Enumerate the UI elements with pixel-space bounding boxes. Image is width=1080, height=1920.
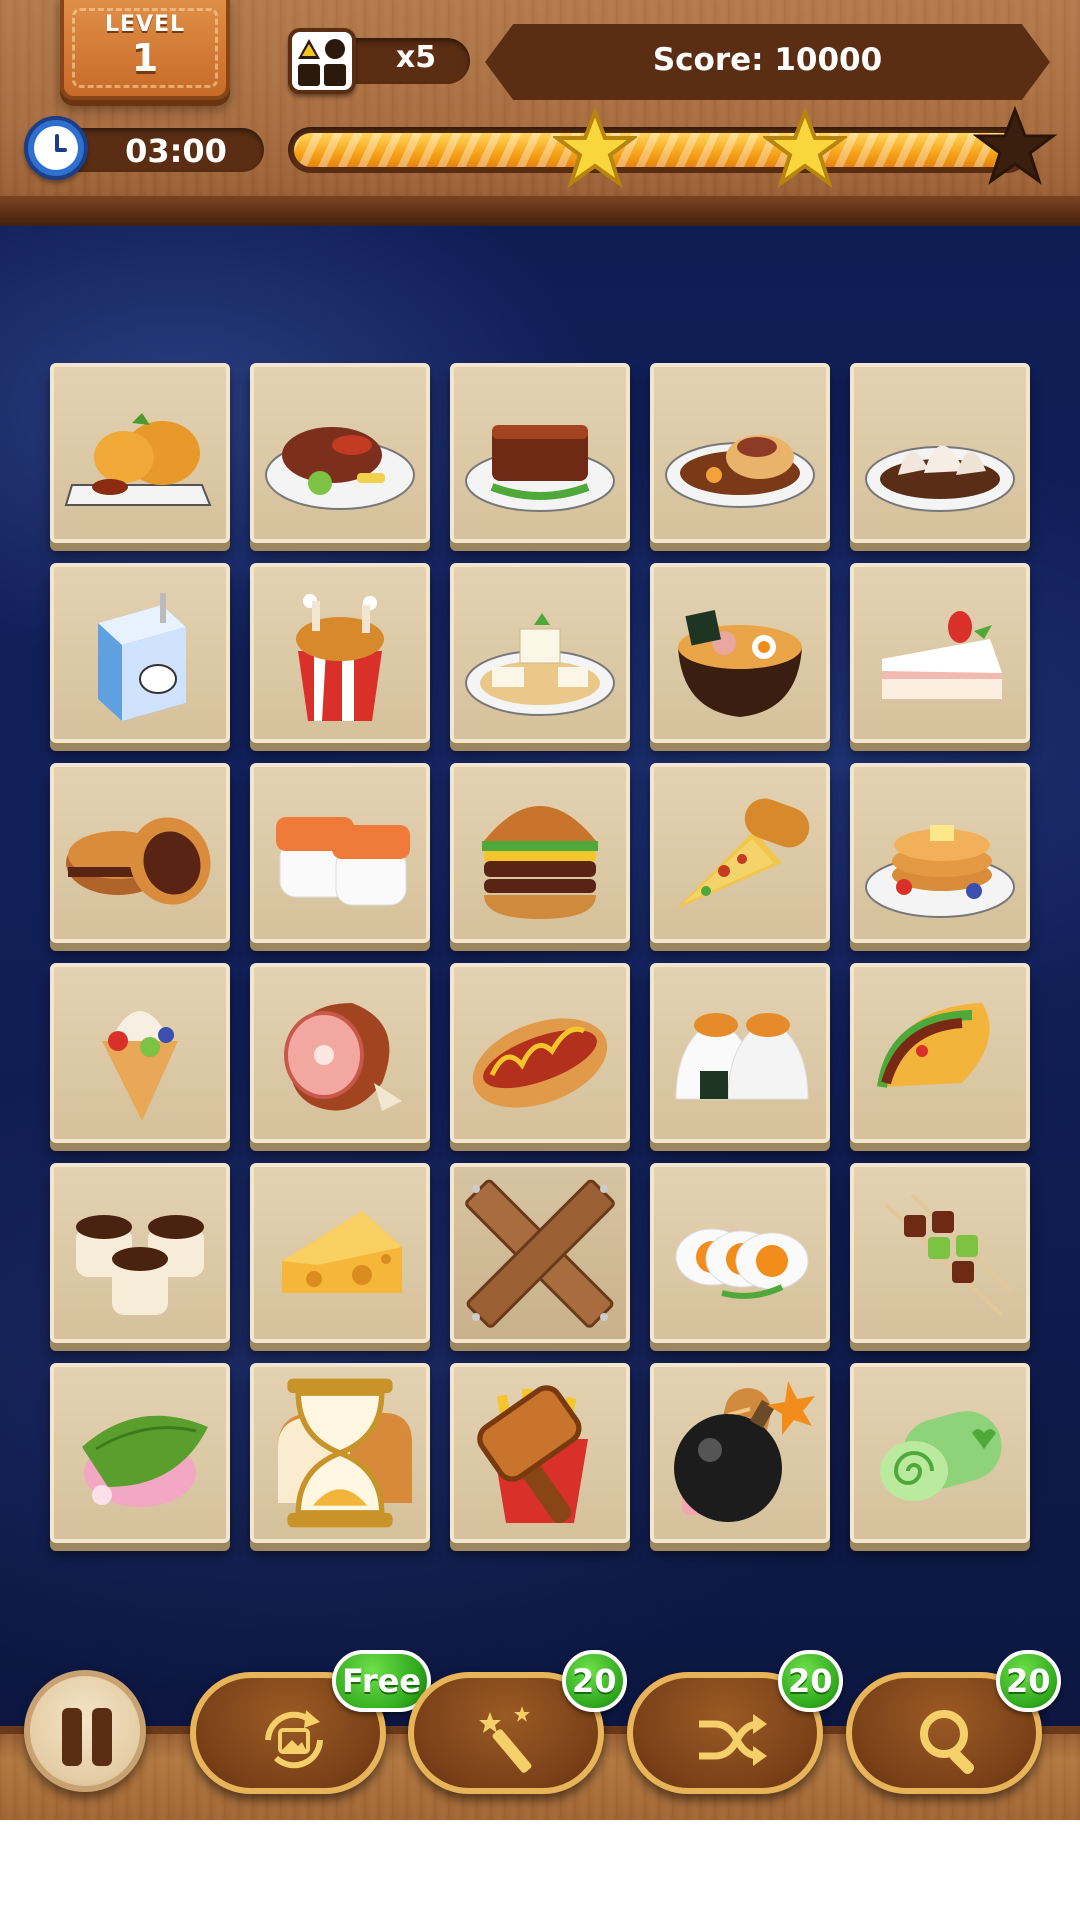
tile-cheese[interactable] xyxy=(250,1163,430,1343)
shuffle-icon xyxy=(699,1714,767,1766)
braised-pork-belly-icon xyxy=(465,425,615,512)
milk-carton-icon xyxy=(98,593,186,721)
tile-bread-loaf[interactable] xyxy=(250,1363,430,1543)
tile-baguette[interactable] xyxy=(650,1363,830,1543)
boiled-eggs-icon xyxy=(675,1228,809,1299)
tile-braised-pork-belly[interactable] xyxy=(450,363,630,543)
skewers-icon xyxy=(884,1193,1014,1317)
pause-icon-bar xyxy=(92,1708,112,1766)
roast-fish-icon xyxy=(665,435,815,508)
tile-onigiri[interactable] xyxy=(650,963,830,1143)
clock-icon xyxy=(24,116,88,180)
hourglass-icon xyxy=(287,1378,393,1528)
tile-french-fries[interactable] xyxy=(450,1363,630,1543)
tile-ramen[interactable] xyxy=(650,563,830,743)
tile-pizza-slice[interactable] xyxy=(650,763,830,943)
tile-steak[interactable] xyxy=(250,363,430,543)
tile-milk-carton[interactable] xyxy=(50,563,230,743)
ham-icon xyxy=(284,1003,402,1111)
bomb-icon xyxy=(674,1381,815,1522)
shuffle-badge: 20 xyxy=(778,1650,843,1712)
star-1-icon xyxy=(553,108,637,188)
magnifier-icon xyxy=(920,1710,975,1775)
timer-text: 03:00 xyxy=(125,132,227,170)
salmon-sushi-icon xyxy=(276,817,410,906)
dorayaki-icon xyxy=(66,817,211,905)
tile-strawberry-cake[interactable] xyxy=(850,563,1030,743)
hammer-icon xyxy=(477,1385,582,1524)
star-2-icon xyxy=(763,108,847,188)
tile-tofu[interactable] xyxy=(450,563,630,743)
tile-pancakes[interactable] xyxy=(850,763,1030,943)
tofu-icon xyxy=(465,613,615,716)
score-text: Score: 10000 xyxy=(652,42,883,78)
pizza-slice-icon xyxy=(676,798,810,909)
level-number: 1 xyxy=(131,36,159,80)
steak-icon xyxy=(265,427,415,510)
tile-fried-chicken-bucket[interactable] xyxy=(250,563,430,743)
magnifier-badge: 20 xyxy=(996,1650,1061,1712)
hot-dog-icon xyxy=(472,1018,608,1108)
tile-dorayaki[interactable] xyxy=(50,763,230,943)
wooden-planks-icon xyxy=(465,1179,615,1328)
tile-skewers[interactable] xyxy=(850,1163,1030,1343)
tile-taco[interactable] xyxy=(850,963,1030,1143)
taco-icon xyxy=(877,1003,990,1088)
tile-hamburger[interactable] xyxy=(450,763,630,943)
score-progress-fill xyxy=(294,133,1024,167)
sakura-mochi-icon xyxy=(82,1415,208,1507)
tile-salmon-sushi[interactable] xyxy=(250,763,430,943)
magic-wand-badge: 20 xyxy=(562,1650,627,1712)
cheese-icon xyxy=(282,1211,402,1293)
tile-roast-fish[interactable] xyxy=(650,363,830,543)
tile-blocked xyxy=(450,1163,630,1343)
tile-swiss-roll[interactable] xyxy=(850,1363,1030,1543)
star-3-icon xyxy=(973,106,1057,185)
fried-chicken-bucket-icon xyxy=(296,594,384,721)
tile-dim-sum-dumplings[interactable] xyxy=(850,363,1030,543)
chocolate-pudding-icon xyxy=(76,1215,204,1315)
fried-chicken-cutlet-icon xyxy=(64,413,212,506)
swiss-roll-icon xyxy=(880,1411,1002,1501)
strawberry-cake-icon xyxy=(882,611,1002,699)
tile-ice-cream-crepe[interactable] xyxy=(50,963,230,1143)
tile-fried-chicken-cutlet[interactable] xyxy=(50,363,230,543)
ice-cream-crepe-icon xyxy=(102,1011,178,1121)
pause-icon xyxy=(62,1708,82,1766)
refresh-image-icon xyxy=(265,1710,323,1769)
onigiri-icon xyxy=(675,1013,809,1100)
hud-rim xyxy=(0,196,1080,226)
hamburger-icon xyxy=(482,806,598,919)
ramen-icon xyxy=(678,609,802,717)
dim-sum-dumplings-icon xyxy=(865,445,1015,512)
shapes-icon xyxy=(288,28,356,94)
tile-ham[interactable] xyxy=(250,963,430,1143)
tile-sakura-mochi[interactable] xyxy=(50,1363,230,1543)
magic-wand-icon xyxy=(479,1706,532,1773)
tile-chocolate-pudding[interactable] xyxy=(50,1163,230,1343)
tile-hot-dog[interactable] xyxy=(450,963,630,1143)
level-badge: LEVEL 1 xyxy=(60,0,230,100)
pancakes-icon xyxy=(865,825,1015,918)
level-label: LEVEL xyxy=(104,12,186,37)
score-progress-bar xyxy=(288,127,1030,173)
pause-button[interactable] xyxy=(24,1670,146,1792)
tile-boiled-eggs[interactable] xyxy=(650,1163,830,1343)
moves-count: x5 xyxy=(395,40,437,75)
